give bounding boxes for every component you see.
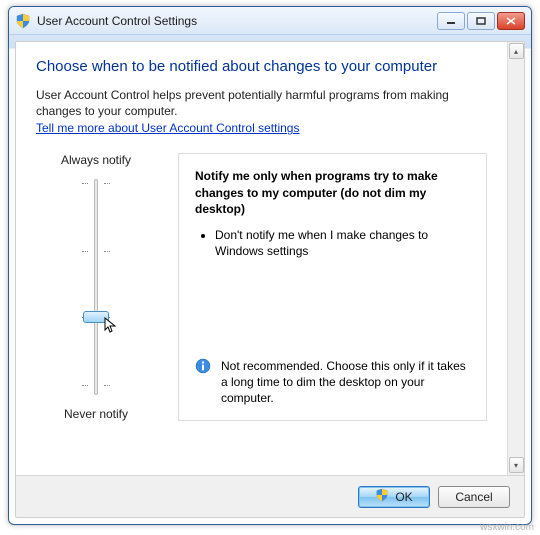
page-heading: Choose when to be notified about changes… [36,58,487,75]
slider-tick [104,385,110,386]
slider-column: Always notify [36,153,156,421]
ok-button[interactable]: OK [358,486,430,508]
description-box: Notify me only when programs try to make… [178,153,487,421]
info-row: Not recommended. Choose this only if it … [195,358,470,407]
content-pane: Choose when to be notified about changes… [15,41,525,518]
window-buttons [437,12,525,30]
slider-tick [82,183,88,184]
scroll-up-button[interactable]: ▴ [509,43,524,59]
cancel-button-label: Cancel [455,490,492,504]
scroll-area: Choose when to be notified about changes… [16,42,507,475]
slider-tick [104,251,110,252]
description-list: Don't notify me when I make changes to W… [201,227,470,259]
description-title: Notify me only when programs try to make… [195,168,470,217]
footer-bar: OK Cancel [16,475,524,517]
slider-bottom-label: Never notify [36,407,156,421]
window-title: User Account Control Settings [37,14,437,28]
help-link[interactable]: Tell me more about User Account Control … [36,121,299,135]
slider-thumb[interactable] [83,311,109,323]
description-bullet: Don't notify me when I make changes to W… [215,227,470,259]
uac-settings-window: User Account Control Settings Choose whe… [8,6,532,525]
info-icon [195,358,211,377]
shield-icon [375,488,389,505]
slider-top-label: Always notify [36,153,156,167]
titlebar[interactable]: User Account Control Settings [9,7,531,35]
intro-text: User Account Control helps prevent poten… [36,87,487,119]
shield-icon [15,13,31,29]
vertical-scrollbar[interactable]: ▴ ▾ [507,42,524,475]
slider-tick [82,385,88,386]
ok-button-label: OK [395,490,412,504]
slider-track [94,179,98,395]
slider-tick [82,251,88,252]
close-button[interactable] [497,12,525,30]
info-message: Not recommended. Choose this only if it … [221,358,470,407]
scroll-down-button[interactable]: ▾ [509,457,524,473]
maximize-button[interactable] [467,12,495,30]
minimize-button[interactable] [437,12,465,30]
body-row: Always notify [36,153,487,421]
slider-tick [104,183,110,184]
notification-slider[interactable] [76,173,116,401]
cancel-button[interactable]: Cancel [438,486,510,508]
watermark: wsxwin.com [480,522,534,533]
